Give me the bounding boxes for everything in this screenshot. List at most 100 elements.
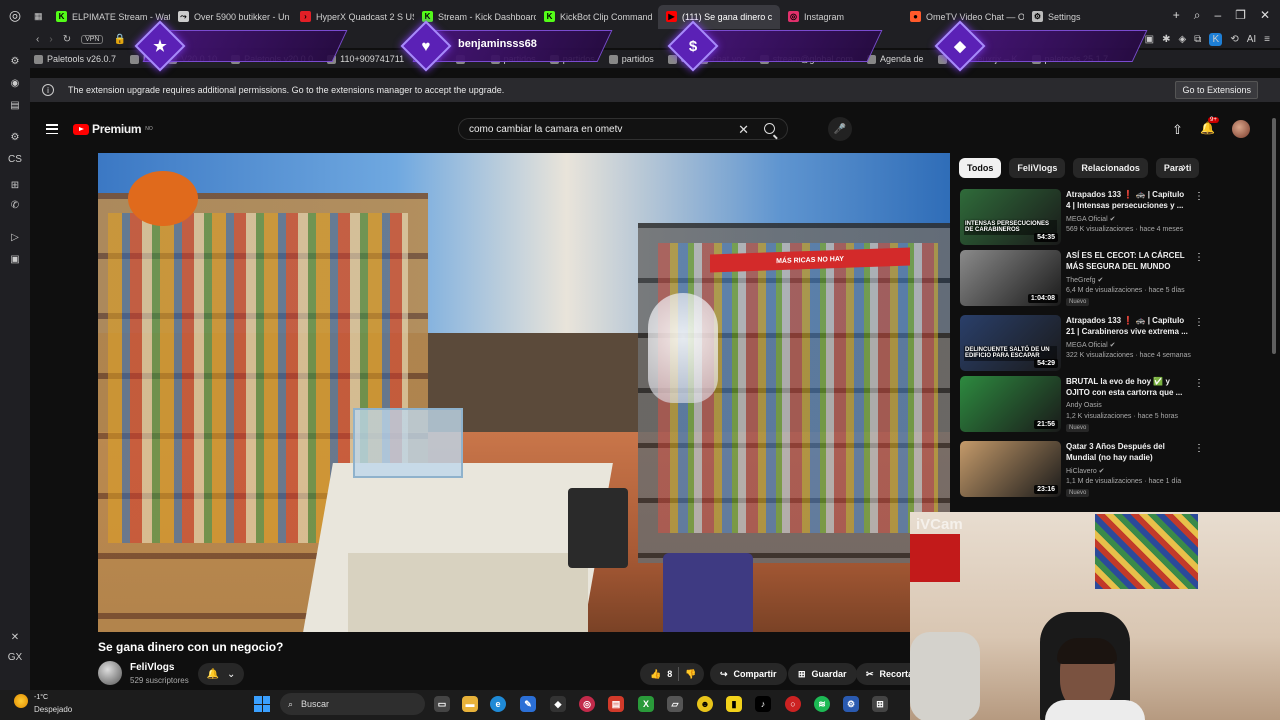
channel-name[interactable]: HiClavero ✔ (1066, 467, 1105, 475)
sidebar-app-icon[interactable]: GX (8, 650, 22, 664)
scrollbar[interactable] (1272, 118, 1276, 354)
app-icon[interactable]: ▤ (608, 696, 624, 712)
reload-icon[interactable]: ↻ (63, 34, 71, 45)
filter-chip[interactable]: Para ti (1155, 158, 1200, 178)
recommended-video[interactable]: DELINCUENTE SALTÓ DE UN EDIFICIO PARA ES… (960, 315, 1204, 373)
sidebar-app-icon[interactable]: ✕ (8, 630, 22, 644)
save-button[interactable]: ⊞ Guardar (788, 663, 857, 685)
new-tab-icon[interactable]: + (1173, 8, 1180, 23)
video-title[interactable]: Atrapados 133 ❗ 🚓 | Capítulo 4 | Intensa… (1066, 190, 1190, 212)
translate-icon[interactable]: ⟲ (1230, 34, 1238, 45)
channel-avatar[interactable] (98, 661, 122, 685)
microphone-icon[interactable]: 🎤 (828, 117, 852, 141)
dislike-icon[interactable]: 👎 (685, 669, 696, 680)
browser-tab[interactable]: ⚙ Settings (1024, 5, 1134, 29)
browser-tab[interactable]: K ELPIMATE Stream - Wat (48, 5, 170, 29)
tiktok-icon[interactable]: ♪ (755, 696, 771, 712)
video-title[interactable]: Atrapados 133 ❗ 🚓 | Capítulo 21 | Carabi… (1066, 316, 1190, 338)
app-icon[interactable]: ◎ (579, 696, 595, 712)
filter-chip[interactable]: Relacionados (1073, 158, 1148, 178)
bookmark-item[interactable]: 110+909741711 (327, 54, 404, 64)
sidebar-app-icon[interactable]: CS (8, 152, 22, 166)
channel-name[interactable]: TheGrefg ✔ (1066, 276, 1103, 284)
sidebar-app-icon[interactable]: ▷ (8, 230, 22, 244)
restore-icon[interactable]: ❐ (1235, 8, 1246, 23)
browser-tab[interactable]: ◎ Instagram (780, 5, 902, 29)
app-icon[interactable]: ✎ (520, 696, 536, 712)
clear-search-icon[interactable]: ✕ (738, 122, 749, 138)
bookmark-item[interactable]: Paletools v26.0.7 (34, 54, 116, 64)
chatgpt-icon[interactable]: ✱ (1162, 34, 1170, 45)
browser-tab[interactable]: › HyperX Quadcast 2 S US (292, 5, 414, 29)
video-thumbnail[interactable]: 1:04:08 (960, 250, 1061, 306)
chevron-right-icon[interactable]: › (1182, 160, 1186, 174)
back-icon[interactable]: ‹ (36, 34, 39, 45)
puzzle-icon[interactable]: ⧉ (1194, 34, 1201, 45)
sidebar-app-icon[interactable]: ✆ (8, 198, 22, 212)
app-icon[interactable]: ☻ (697, 696, 713, 712)
sidebar-app-icon[interactable]: ▤ (8, 98, 22, 112)
sidebar-app-icon[interactable]: ◉ (8, 76, 22, 90)
more-options-icon[interactable]: ⋮ (1194, 443, 1204, 454)
channel-name[interactable]: FeliVlogs (130, 662, 174, 673)
notifications-icon[interactable]: 🔔 (1200, 121, 1215, 135)
spotify-icon[interactable]: ≋ (814, 696, 830, 712)
sidebar-app-icon[interactable]: ⊞ (8, 178, 22, 192)
settings-icon[interactable]: ⚙ (843, 696, 859, 712)
minimize-icon[interactable]: – (1214, 8, 1221, 23)
recommended-video[interactable]: INTENSAS PERSECUCIONES DE CARABINEROS 54:… (960, 189, 1204, 247)
bookmark-item[interactable]: Agenda de (866, 54, 924, 64)
weather-temperature[interactable]: -1°C (34, 694, 48, 701)
more-options-icon[interactable]: ⋮ (1194, 317, 1204, 328)
search-input[interactable]: como cambiar la camara en ometv ✕ (458, 118, 788, 140)
recommended-video[interactable]: 23:16 Qatar 3 Años Después del Mundial (n… (960, 441, 1204, 499)
recommended-video[interactable]: 1:04:08 ASÍ ES EL CECOT: LA CÁRCEL MÁS SE… (960, 250, 1204, 308)
video-player[interactable]: MÁS RICAS NO HAY (98, 153, 950, 632)
bookmark-item[interactable]: partidos (608, 54, 654, 64)
weather-icon[interactable] (14, 694, 28, 708)
more-options-icon[interactable]: ⋮ (1194, 378, 1204, 389)
video-title[interactable]: BRUTAL la evo de hoy ✅ y OJITO con esta … (1066, 377, 1190, 399)
like-icon[interactable]: 👍 (650, 669, 661, 680)
ai-button[interactable]: AI (1247, 34, 1256, 45)
sidebar-app-icon[interactable]: ⚙ (8, 54, 22, 68)
opera-gx-icon[interactable]: ○ (785, 696, 801, 712)
create-icon[interactable]: ⇧ (1172, 122, 1183, 138)
edge-icon[interactable]: e (490, 696, 506, 712)
app-icon[interactable]: ⊞ (872, 696, 888, 712)
go-to-extensions-button[interactable]: Go to Extensions (1175, 81, 1258, 99)
vpn-badge[interactable]: VPN (81, 34, 104, 44)
filter-chip[interactable]: Todos (959, 158, 1002, 178)
more-options-icon[interactable]: ⋮ (1194, 252, 1204, 263)
weather-description[interactable]: Despejado (34, 705, 72, 714)
sidebar-app-icon[interactable]: ▣ (8, 252, 22, 266)
youtube-logo[interactable]: Premium NO (73, 122, 153, 136)
more-options-icon[interactable]: ⋮ (1194, 191, 1204, 202)
video-thumbnail[interactable]: 21:56 (960, 376, 1061, 432)
search-icon[interactable] (764, 123, 775, 134)
close-window-icon[interactable]: ✕ (1260, 8, 1270, 23)
browser-tab[interactable]: K Stream - Kick Dashboard (414, 5, 536, 29)
video-thumbnail[interactable]: 23:16 (960, 441, 1061, 497)
sidebar-app-icon[interactable]: ⚙ (8, 130, 22, 144)
xbox-icon[interactable]: X (638, 696, 654, 712)
channel-name[interactable]: MEGA Oficial ✔ (1066, 341, 1115, 349)
video-thumbnail[interactable]: DELINCUENTE SALTÓ DE UN EDIFICIO PARA ES… (960, 315, 1061, 371)
menu-icon[interactable]: ≡ (1264, 34, 1270, 45)
channel-name[interactable]: MEGA Oficial ✔ (1066, 215, 1115, 223)
browser-tab[interactable]: ▶ (111) Se gana dinero c (658, 4, 780, 29)
file-explorer-icon[interactable]: ▬ (462, 696, 478, 712)
video-thumbnail[interactable]: INTENSAS PERSECUCIONES DE CARABINEROS 54:… (960, 189, 1061, 245)
video-title[interactable]: ASÍ ES EL CECOT: LA CÁRCEL MÁS SEGURA DE… (1066, 251, 1190, 273)
video-title[interactable]: Qatar 3 Años Después del Mundial (no hay… (1066, 442, 1190, 464)
opera-menu-icon[interactable]: ◎ (0, 0, 30, 30)
account-avatar[interactable] (1232, 120, 1250, 138)
browser-tab[interactable]: K KickBot Clip Command (536, 5, 658, 29)
like-count[interactable]: 8 (667, 669, 672, 679)
browser-tab[interactable]: ⤳ Over 5900 butikker - Un (170, 5, 292, 29)
tab-list-icon[interactable]: ▦ (30, 5, 48, 29)
subscription-bell-button[interactable]: 🔔 ⌄ (198, 663, 244, 685)
kick-extension-icon[interactable]: K (1209, 32, 1223, 46)
app-icon[interactable]: ▱ (667, 696, 683, 712)
app-icon[interactable]: ◆ (550, 696, 566, 712)
